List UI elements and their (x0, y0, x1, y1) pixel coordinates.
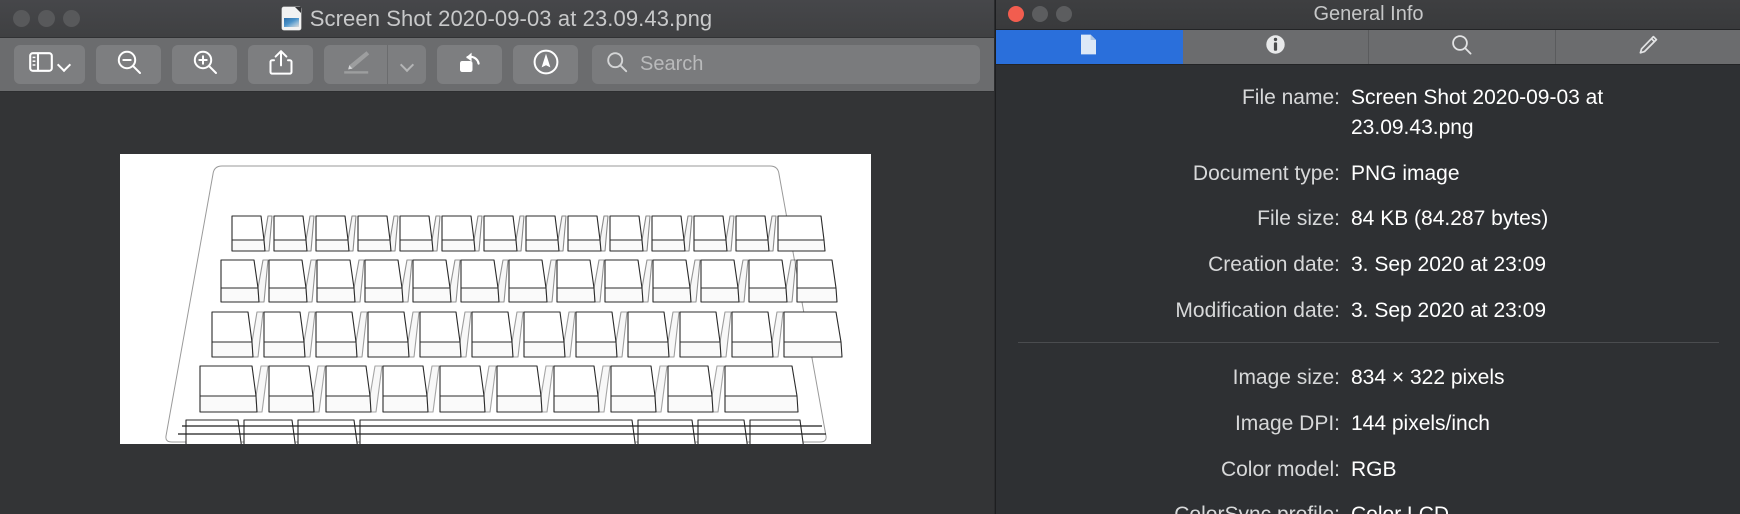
info-row-file-name: File name: Screen Shot 2020-09-03 at 23.… (996, 83, 1740, 143)
preview-close-button[interactable] (13, 10, 30, 27)
preview-traffic-lights (13, 10, 80, 27)
info-label: Color model: (1220, 457, 1340, 481)
info-label: Modification date: (1175, 299, 1340, 323)
chevron-down-icon (401, 59, 413, 71)
info-value: RGB (1351, 457, 1397, 481)
info-row-document-type: Document type: PNG image (996, 159, 1740, 189)
info-row-colorsync-profile: ColorSync profile: Color LCD (996, 500, 1740, 514)
preview-titlebar[interactable]: Screen Shot 2020-09-03 at 23.09.43.png (0, 0, 994, 38)
info-label: Creation date: (1208, 253, 1340, 277)
info-title-area: General Info (996, 0, 1740, 29)
preview-minimize-button[interactable] (38, 10, 55, 27)
png-document-icon (281, 7, 301, 30)
sidebar-toggle-button[interactable] (14, 45, 85, 84)
document-icon (1079, 33, 1098, 61)
markup-button-group (324, 45, 426, 84)
search-icon (606, 51, 628, 78)
markup-pen-icon (341, 49, 371, 80)
share-button[interactable] (248, 45, 313, 84)
zoom-in-button[interactable] (172, 45, 237, 84)
search-input[interactable]: Search (592, 45, 980, 84)
info-value: 3. Sep 2020 at 23:09 (1351, 253, 1546, 277)
tab-inspector-search[interactable] (1369, 30, 1556, 64)
info-tab-bar (996, 29, 1740, 65)
preview-window: Screen Shot 2020-09-03 at 23.09.43.png S… (0, 0, 994, 514)
annotate-icon (532, 48, 560, 81)
info-value: PNG image (1351, 161, 1460, 185)
preview-toolbar: Search (0, 38, 994, 92)
info-label: Image size: (1232, 365, 1340, 389)
preview-window-title: Screen Shot 2020-09-03 at 23.09.43.png (309, 5, 713, 31)
info-label: File name: (1241, 86, 1340, 109)
info-row-creation-date: Creation date: 3. Sep 2020 at 23:09 (996, 250, 1740, 280)
info-label: Document type: (1192, 161, 1340, 185)
app-root: Screen Shot 2020-09-03 at 23.09.43.png S… (0, 0, 1740, 514)
tab-general[interactable] (996, 30, 1183, 64)
zoom-out-button[interactable] (96, 45, 161, 84)
rotate-left-icon (457, 49, 483, 80)
pencil-icon (1637, 34, 1659, 61)
info-body: File name: Screen Shot 2020-09-03 at 23.… (996, 65, 1740, 514)
keyboard-image: .kb-case { fill:#ffffff; stroke:#9a9a9a;… (120, 154, 871, 444)
info-row-image-dpi: Image DPI: 144 pixels/inch (996, 409, 1740, 439)
general-info-window: General Info File name: Screen Shot 2020… (995, 0, 1740, 514)
info-section-divider (1018, 341, 1719, 343)
info-row-file-size: File size: 84 KB (84.287 bytes) (996, 204, 1740, 234)
info-value: Screen Shot 2020-09-03 at 23.09.43.png (1351, 86, 1604, 139)
info-label: File size: (1257, 207, 1340, 231)
zoom-in-icon (192, 49, 218, 80)
search-icon (1451, 34, 1473, 61)
annotate-button[interactable] (513, 45, 578, 84)
info-circle-icon (1265, 34, 1286, 60)
info-value: 84 KB (84.287 bytes) (1351, 207, 1549, 231)
sidebar-icon (29, 52, 53, 77)
markup-button[interactable] (324, 45, 388, 84)
rotate-button[interactable] (437, 45, 502, 84)
info-row-image-size: Image size: 834 × 322 pixels (996, 363, 1740, 393)
info-row-color-model: Color model: RGB (996, 455, 1740, 485)
info-value: 144 pixels/inch (1351, 411, 1490, 435)
chevron-down-icon (58, 59, 70, 71)
share-icon (269, 49, 293, 80)
info-value: Color LCD (1351, 500, 1449, 514)
info-row-modification-date: Modification date: 3. Sep 2020 at 23:09 (996, 296, 1740, 326)
info-label: Image DPI: (1234, 411, 1340, 435)
info-value: 834 × 322 pixels (1351, 365, 1505, 389)
preview-title-area: Screen Shot 2020-09-03 at 23.09.43.png (0, 0, 994, 37)
tab-more-info[interactable] (1182, 30, 1369, 64)
preview-zoom-button[interactable] (63, 10, 80, 27)
markup-options-button[interactable] (388, 45, 426, 84)
preview-content-area: .kb-case { fill:#ffffff; stroke:#9a9a9a;… (0, 92, 994, 514)
info-window-title: General Info (1313, 3, 1424, 25)
info-value: 3. Sep 2020 at 23:09 (1351, 299, 1546, 323)
zoom-out-icon (116, 49, 142, 80)
tab-annotations[interactable] (1555, 30, 1740, 64)
info-titlebar[interactable]: General Info (996, 0, 1740, 29)
search-placeholder: Search (640, 53, 704, 75)
info-label: ColorSync profile: (996, 500, 1351, 514)
